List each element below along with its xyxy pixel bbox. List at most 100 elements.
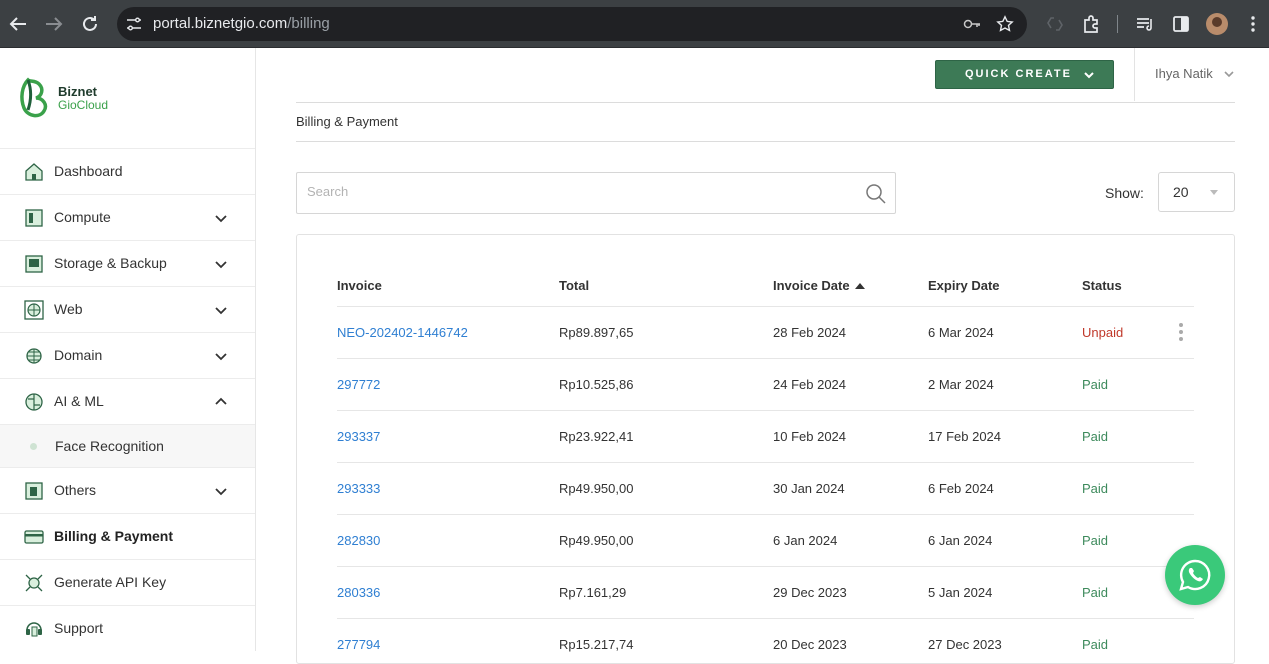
invoice-date: 10 Feb 2024 <box>773 429 847 444</box>
reading-list-icon[interactable] <box>1133 12 1157 36</box>
side-panel-icon[interactable] <box>1169 12 1193 36</box>
column-header-invoice[interactable]: Invoice <box>337 278 382 293</box>
invoice-link[interactable]: 297772 <box>337 377 380 392</box>
sidebar-item-label: Face Recognition <box>55 438 164 454</box>
status-badge: Paid <box>1082 377 1109 392</box>
search-icon[interactable] <box>864 182 888 206</box>
page-size-select[interactable]: 20 <box>1158 172 1235 212</box>
reload-icon[interactable] <box>78 12 102 36</box>
biznet-gio-logo[interactable]: Biznet GioCloud <box>18 76 128 120</box>
row-divider <box>337 566 1194 567</box>
column-header-total[interactable]: Total <box>559 278 589 293</box>
back-icon[interactable] <box>6 12 30 36</box>
invoice-total: Rp23.922,41 <box>559 429 634 444</box>
whatsapp-icon <box>1179 559 1211 591</box>
invoice-date: 29 Dec 2023 <box>773 585 847 600</box>
column-header-expiry-date[interactable]: Expiry Date <box>928 278 1000 293</box>
sidebar-item-ai-ml[interactable]: AI & ML <box>0 378 255 424</box>
status-badge: Paid <box>1082 429 1109 444</box>
invoice-link[interactable]: 282830 <box>337 533 380 548</box>
quick-create-label: QUICK CREATE <box>965 68 1072 80</box>
sidebar-item-generate-api-key[interactable]: Generate API Key <box>0 559 255 605</box>
profile-avatar[interactable] <box>1206 13 1228 35</box>
chevron-down-icon <box>1084 72 1094 79</box>
sidebar-item-label: AI & ML <box>54 393 104 409</box>
quick-create-button[interactable]: QUICK CREATE <box>935 60 1114 89</box>
invoice-total: Rp89.897,65 <box>559 325 634 340</box>
invoice-date: 24 Feb 2024 <box>773 377 847 392</box>
whatsapp-chat-button[interactable] <box>1165 545 1225 605</box>
row-divider <box>337 306 1194 307</box>
sidebar-item-support[interactable]: Support <box>0 605 255 651</box>
browser-menu-icon[interactable] <box>1241 12 1265 36</box>
search-box <box>296 172 896 214</box>
row-divider <box>337 462 1194 463</box>
extension-recycle-icon[interactable] <box>1043 12 1067 36</box>
invoice-link[interactable]: 280336 <box>337 585 380 600</box>
sidebar: Biznet GioCloud Dashboard Compute Storag… <box>0 48 256 651</box>
sidebar-item-label: Support <box>54 620 104 636</box>
invoice-total: Rp49.950,00 <box>559 533 634 548</box>
dropdown-caret-icon <box>1210 190 1218 195</box>
column-header-status[interactable]: Status <box>1082 278 1122 293</box>
sidebar-item-label: Generate API Key <box>54 574 167 590</box>
invoice-link[interactable]: NEO-202402-1446742 <box>337 325 468 340</box>
sidebar-item-label: Storage & Backup <box>54 255 167 271</box>
sidebar-item-dashboard[interactable]: Dashboard <box>0 148 255 194</box>
divider <box>296 102 1235 103</box>
password-key-icon[interactable] <box>963 15 981 33</box>
billing-icon <box>24 530 44 544</box>
sidebar-item-billing-payment[interactable]: Billing & Payment <box>0 513 255 559</box>
chevron-down-icon <box>215 261 227 269</box>
forward-icon[interactable] <box>42 12 66 36</box>
status-badge: Unpaid <box>1082 325 1124 340</box>
invoice-link[interactable]: 293333 <box>337 481 380 496</box>
page-size-value: 20 <box>1173 184 1189 200</box>
invoice-link[interactable]: 293337 <box>337 429 380 444</box>
sidebar-item-web[interactable]: Web <box>0 286 255 332</box>
chevron-down-icon <box>215 215 227 223</box>
chevron-down-icon <box>215 353 227 361</box>
api-key-icon <box>25 574 43 592</box>
sidebar-item-label: Compute <box>54 209 111 225</box>
invoice-total: Rp7.161,29 <box>559 585 627 600</box>
chevron-down-icon <box>215 488 227 496</box>
chevron-down-icon <box>215 307 227 315</box>
sidebar-item-domain[interactable]: Domain <box>0 332 255 378</box>
search-input[interactable] <box>307 184 847 199</box>
breadcrumb: Billing & Payment <box>296 114 398 129</box>
row-divider <box>337 358 1194 359</box>
site-settings-icon[interactable] <box>125 15 143 33</box>
invoice-link[interactable]: 277794 <box>337 637 380 652</box>
invoice-total: Rp10.525,86 <box>559 377 634 392</box>
invoice-total: Rp49.950,00 <box>559 481 634 496</box>
status-badge: Paid <box>1082 533 1109 548</box>
sidebar-item-compute[interactable]: Compute <box>0 194 255 240</box>
status-badge: Paid <box>1082 481 1109 496</box>
extensions-puzzle-icon[interactable] <box>1080 12 1104 36</box>
others-icon <box>25 482 43 500</box>
compute-icon <box>25 209 43 227</box>
invoice-total: Rp15.217,74 <box>559 637 634 652</box>
expiry-date: 17 Feb 2024 <box>928 429 1002 444</box>
support-icon <box>26 622 42 637</box>
expiry-date: 5 Jan 2024 <box>928 585 993 600</box>
web-icon <box>24 300 44 320</box>
expiry-date: 6 Jan 2024 <box>928 533 993 548</box>
bookmark-star-icon[interactable] <box>996 15 1014 33</box>
column-header-invoice-date[interactable]: Invoice Date <box>773 278 865 293</box>
sidebar-menu: Dashboard Compute Storage & Backup Web D… <box>0 148 255 651</box>
sidebar-item-others[interactable]: Others <box>0 467 255 513</box>
bullet-dot-icon <box>30 443 37 450</box>
sidebar-item-storage-backup[interactable]: Storage & Backup <box>0 240 255 286</box>
user-menu[interactable]: Ihya Natik <box>1155 66 1234 81</box>
row-divider <box>337 618 1194 619</box>
address-bar[interactable]: portal.biznetgio.com/billing <box>117 7 1027 41</box>
expiry-date: 2 Mar 2024 <box>928 377 994 392</box>
storage-icon <box>25 255 43 273</box>
brand-name: Biznet <box>58 84 97 99</box>
sidebar-subitem-face-recognition[interactable]: Face Recognition <box>0 424 255 467</box>
row-actions-icon[interactable] <box>1176 323 1186 341</box>
row-divider <box>337 410 1194 411</box>
expiry-date: 27 Dec 2023 <box>928 637 1002 652</box>
